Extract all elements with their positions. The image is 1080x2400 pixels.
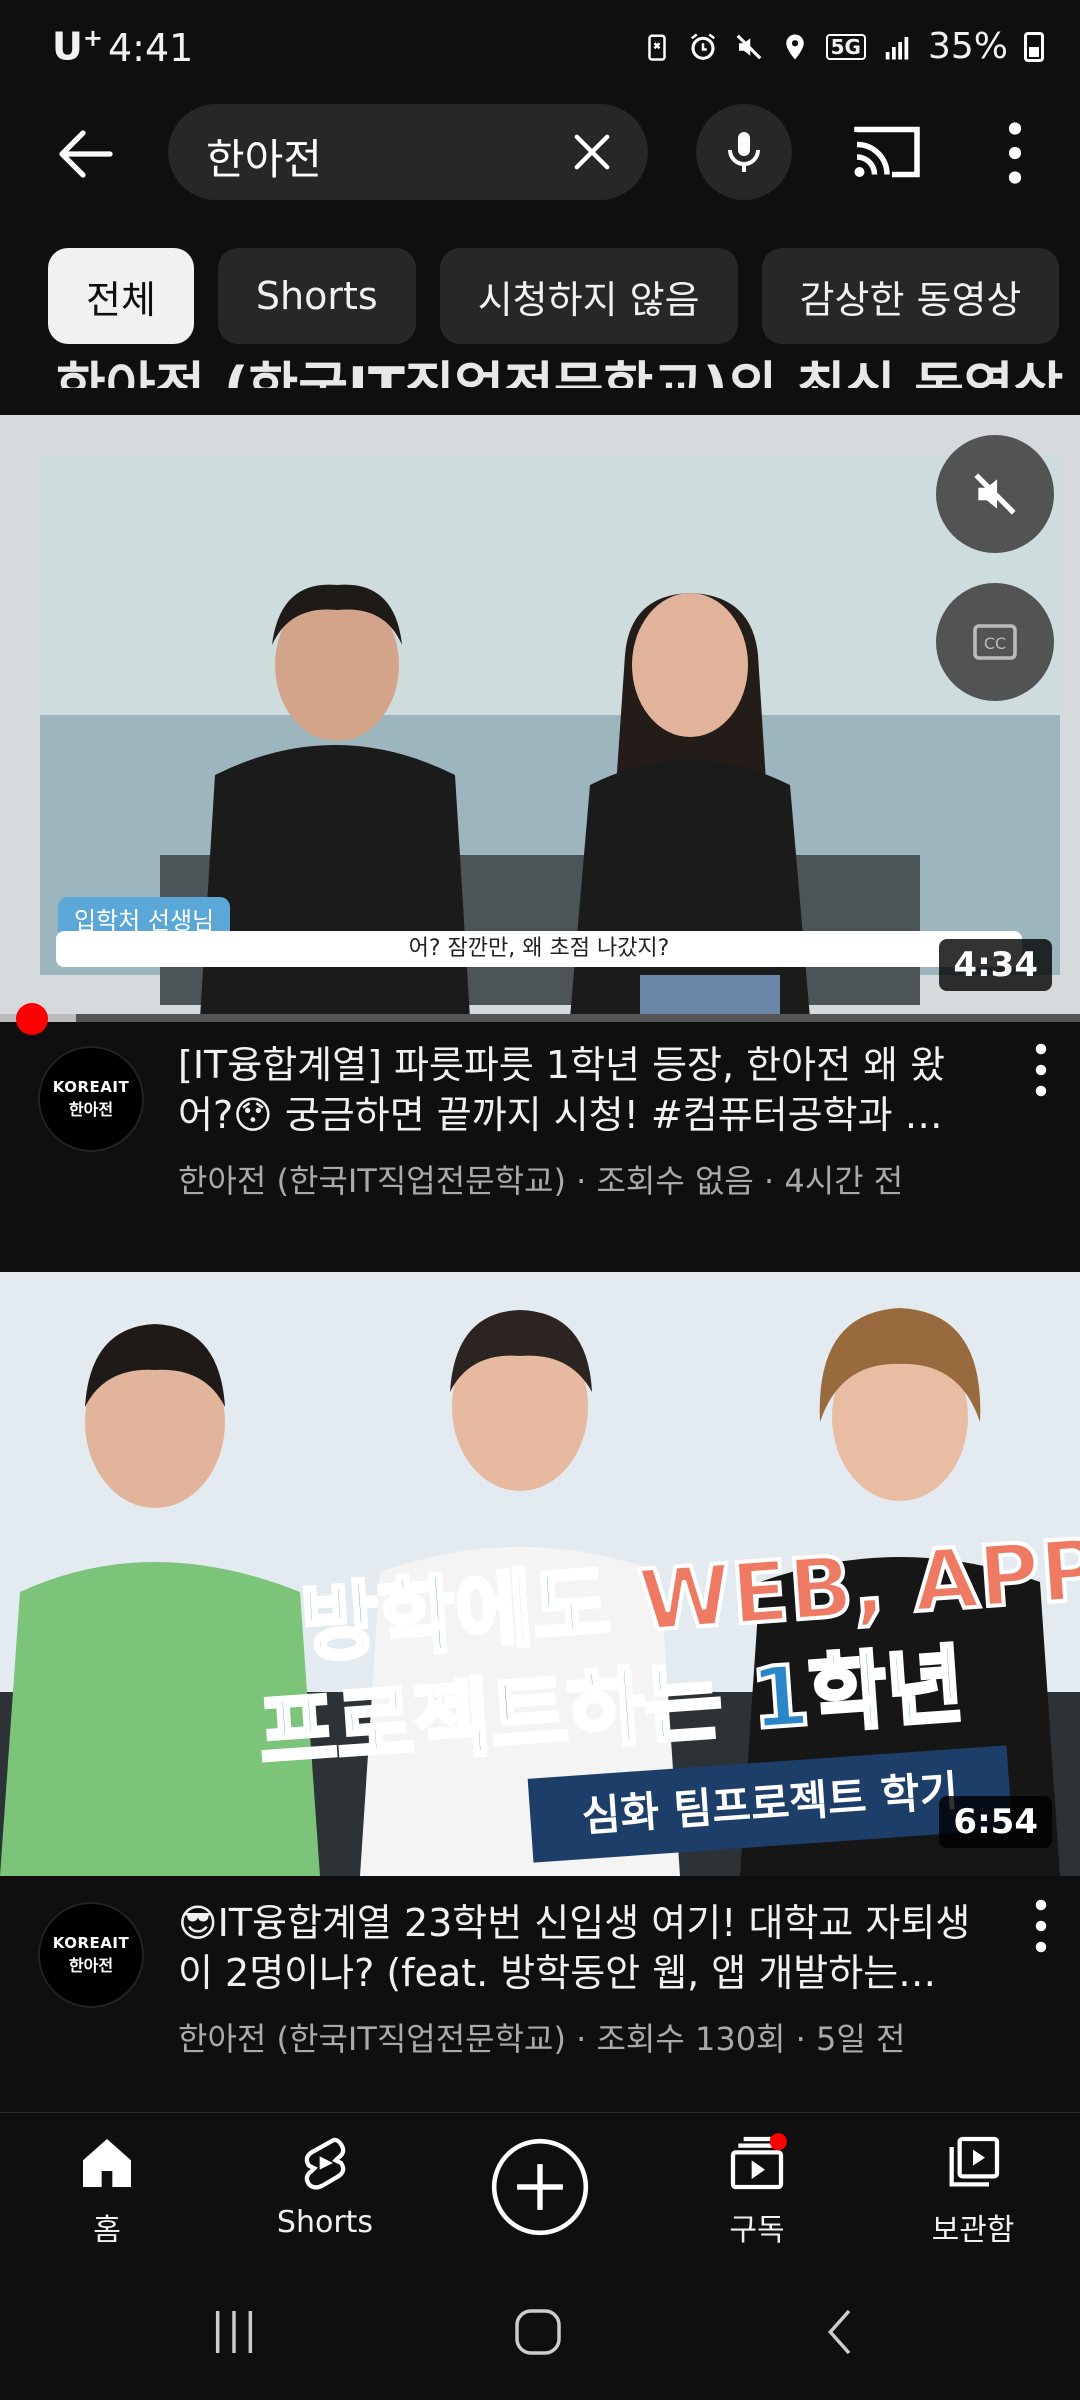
video-duration: 4:34 <box>939 939 1052 991</box>
filter-chips: 전체 Shorts 시청하지 않음 감상한 동영상 <box>48 248 1060 344</box>
video-menu-icon[interactable] <box>1026 1896 1056 1956</box>
closed-captions-icon: CC <box>973 624 1017 660</box>
location-icon <box>785 34 804 59</box>
carrier-label: U+ <box>52 24 103 69</box>
battery-percent: 35% <box>927 26 1008 67</box>
home-button-icon[interactable] <box>510 2304 566 2360</box>
battery-saver-icon <box>647 34 666 61</box>
search-input[interactable]: 한아전 <box>168 104 648 200</box>
nav-shorts-label: Shorts <box>276 2205 374 2240</box>
library-icon <box>949 2136 1000 2187</box>
back-button-icon[interactable] <box>814 2304 870 2360</box>
channel-avatar[interactable]: KOREAIT 한아전 <box>38 1046 144 1152</box>
recent-apps-icon[interactable] <box>206 2304 262 2360</box>
svg-text:CC: CC <box>984 634 1006 653</box>
search-query-text[interactable]: 한아전 <box>206 126 322 187</box>
video-title[interactable]: 😎IT융합계열 23학번 신입생 여기! 대학교 자퇴생이 2명이나? (fea… <box>178 1898 998 1998</box>
signal-icon <box>885 36 909 59</box>
video-thumbnail-2[interactable]: 방학에도 WEB, APP 프로젝트하는 1학년 심화 팀프로젝트 학기 6:5… <box>0 1272 1080 1876</box>
channel-avatar[interactable]: KOREAIT 한아전 <box>38 1902 144 2008</box>
home-icon <box>83 2139 131 2187</box>
chip-shorts[interactable]: Shorts <box>217 248 416 344</box>
mute-toggle-button[interactable] <box>936 435 1054 553</box>
cast-icon[interactable] <box>852 120 922 184</box>
system-navigation-bar <box>0 2262 1080 2400</box>
voice-search-button[interactable] <box>696 104 792 200</box>
video-thumbnail-1[interactable]: 입학처 선생님 어? 잠깐만, 왜 초점 나갔지? CC 4:34 <box>0 415 1080 1018</box>
nav-subscriptions[interactable]: 구독 <box>672 2131 842 2249</box>
video-caption-bar: 어? 잠깐만, 왜 초점 나갔지? <box>56 931 1022 967</box>
status-icons: 5G 35% <box>642 26 1044 67</box>
video-title[interactable]: [IT융합계열] 파릇파릇 1학년 등장, 한아전 왜 왔어?😯 궁금하면 끝까… <box>178 1040 998 1140</box>
nav-subscriptions-label: 구독 <box>729 2213 785 2248</box>
nav-library-label: 보관함 <box>931 2213 1015 2248</box>
video-meta: 한아전 (한국IT직업전문학교) · 조회수 130회 · 5일 전 <box>178 2020 906 2058</box>
subscriptions-icon <box>730 2133 787 2190</box>
video-duration: 6:54 <box>939 1796 1052 1848</box>
bottom-navigation: 홈 Shorts 구독 보관함 <box>0 2112 1080 2263</box>
clear-search-icon[interactable] <box>566 126 618 178</box>
chip-all[interactable]: 전체 <box>48 248 194 344</box>
nav-shorts[interactable]: Shorts <box>240 2131 410 2240</box>
more-options-icon[interactable] <box>1000 118 1030 188</box>
muted-speaker-icon <box>974 473 1016 515</box>
status-bar: U+ 4:41 5G 35% <box>0 0 1080 96</box>
back-arrow-icon[interactable] <box>50 118 122 190</box>
status-time: 4:41 <box>108 26 194 70</box>
video-meta: 한아전 (한국IT직업전문학교) · 조회수 없음 · 4시간 전 <box>178 1162 904 1200</box>
chip-unwatched[interactable]: 시청하지 않음 <box>439 248 738 344</box>
nav-home-label: 홈 <box>93 2213 121 2248</box>
captions-button[interactable]: CC <box>936 583 1054 701</box>
playback-scrubber[interactable] <box>15 1003 48 1035</box>
section-title-partial: 한아전 (한국IT직업전문학교)의 최신 동영상 <box>56 356 1064 388</box>
microphone-icon <box>728 132 760 172</box>
chip-watched[interactable]: 감상한 동영상 <box>761 248 1060 344</box>
playback-progress-track[interactable] <box>0 1014 1080 1022</box>
nav-home[interactable]: 홈 <box>22 2131 192 2249</box>
alarm-icon <box>690 33 715 60</box>
video-menu-icon[interactable] <box>1026 1040 1056 1100</box>
network-badge: 5G <box>825 33 866 60</box>
mute-icon <box>736 34 761 59</box>
battery-icon <box>1024 31 1044 62</box>
create-plus-icon[interactable] <box>490 2137 590 2237</box>
shorts-icon <box>304 2137 346 2190</box>
nav-library[interactable]: 보관함 <box>888 2131 1058 2249</box>
